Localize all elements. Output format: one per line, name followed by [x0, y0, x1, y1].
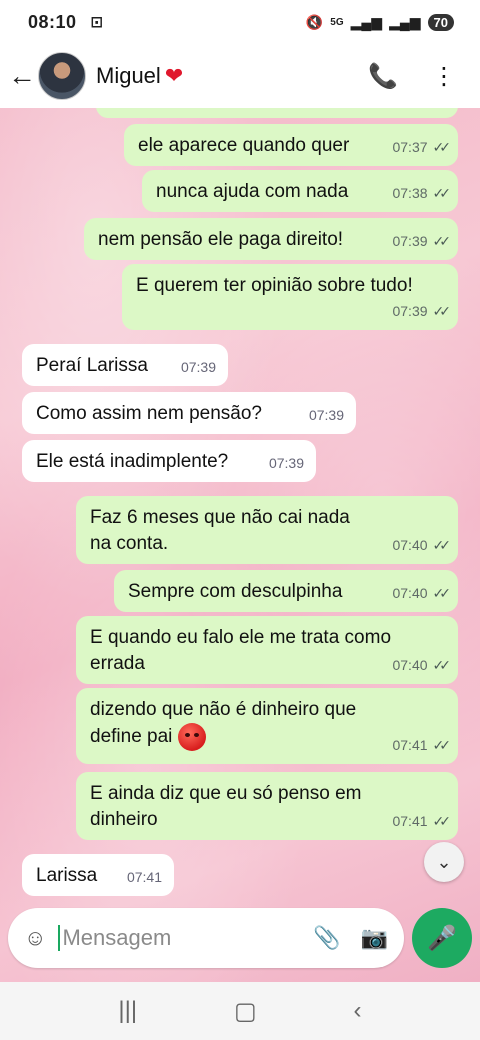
message-bubble[interactable]: dizendo que não é dinheiro que define pa…: [76, 688, 458, 764]
message-time: 07:39: [180, 359, 216, 375]
heart-emoji: ❤: [164, 63, 184, 88]
more-options-icon[interactable]: ⋮: [432, 62, 456, 91]
mic-button[interactable]: 🎤: [412, 908, 472, 968]
chat-area: ele aparece quando quer 07:37 ✓✓ nunca aj…: [0, 108, 480, 982]
message-bubble[interactable]: Peraí Larissa 07:39: [22, 344, 228, 386]
signal-icon: ▂▄▆: [350, 13, 383, 30]
status-icons: 🔇 5G ▂▄▆ ▂▄▆ 70: [305, 13, 454, 31]
battery-indicator: 70: [427, 13, 454, 31]
message-bubble-partial: [96, 108, 458, 118]
contact-name[interactable]: Miguel: [96, 63, 161, 89]
status-time: 08:10: [28, 11, 77, 32]
angry-face-icon: [177, 723, 206, 751]
message-text: nem pensão ele paga direito!: [98, 229, 344, 250]
double-check-icon: ✓✓: [432, 813, 452, 829]
screen-record-icon: ⊡: [90, 14, 104, 31]
double-check-icon: ✓✓: [432, 657, 452, 673]
recent-apps-icon[interactable]: |||: [118, 997, 137, 1025]
system-nav-bar: ||| ▢ ‹: [0, 982, 480, 1040]
message-time: 07:41: [392, 813, 428, 829]
home-icon[interactable]: ▢: [234, 997, 257, 1026]
double-check-icon: ✓✓: [432, 737, 452, 753]
message-bubble[interactable]: E quando eu falo ele me trata como errad…: [76, 616, 458, 684]
message-text: Ele está inadimplente?: [36, 451, 229, 472]
message-text: Faz 6 meses que não cai nada na conta.: [90, 507, 350, 554]
message-bubble[interactable]: ele aparece quando quer 07:37 ✓✓: [124, 124, 458, 166]
message-bubble[interactable]: Larissa 07:41: [22, 854, 174, 896]
avatar[interactable]: [38, 52, 86, 100]
message-text: ele aparece quando quer: [138, 135, 350, 156]
double-check-icon: ✓✓: [432, 303, 452, 319]
message-time: 07:41: [126, 869, 162, 885]
mute-icon: 🔇: [305, 13, 324, 30]
sticker-icon[interactable]: ☺: [24, 925, 46, 951]
message-bubble[interactable]: Ele está inadimplente? 07:39: [22, 440, 316, 482]
message-input[interactable]: Mensagem: [58, 925, 293, 951]
message-bubble[interactable]: E querem ter opinião sobre tudo! 07:39 ✓✓: [122, 264, 458, 330]
message-bubble[interactable]: Como assim nem pensão? 07:39: [22, 392, 356, 434]
message-bubble[interactable]: nunca ajuda com nada 07:38 ✓✓: [142, 170, 458, 212]
message-time: 07:41: [392, 737, 428, 753]
status-bar: 08:10 ⊡ 🔇 5G ▂▄▆ ▂▄▆ 70: [0, 0, 480, 44]
message-time: 07:39: [308, 407, 344, 423]
message-bubble[interactable]: nem pensão ele paga direito! 07:39 ✓✓: [84, 218, 458, 260]
attach-icon[interactable]: 📎: [313, 925, 340, 951]
back-nav-icon[interactable]: ‹: [354, 997, 362, 1025]
message-text: Larissa: [36, 865, 98, 886]
message-text: Peraí Larissa: [36, 355, 148, 376]
scroll-down-button[interactable]: ⌄: [424, 842, 464, 882]
double-check-icon: ✓✓: [432, 537, 452, 553]
signal-icon-2: ▂▄▆: [389, 13, 421, 30]
mic-icon: 🎤: [427, 924, 457, 952]
message-text: Como assim nem pensão?: [36, 403, 262, 424]
message-time: 07:40: [392, 585, 428, 601]
message-time: 07:40: [392, 537, 428, 553]
message-text: E ainda diz que eu só penso em dinheiro: [90, 783, 362, 830]
double-check-icon: ✓✓: [432, 233, 452, 249]
message-text: E querem ter opinião sobre tudo!: [136, 275, 413, 296]
message-bubble[interactable]: Sempre com desculpinha 07:40 ✓✓: [114, 570, 458, 612]
message-time: 07:39: [392, 303, 428, 319]
message-text: nunca ajuda com nada: [156, 181, 349, 202]
message-time: 07:37: [392, 139, 428, 155]
double-check-icon: ✓✓: [432, 139, 452, 155]
message-bubble[interactable]: E ainda diz que eu só penso em dinheiro …: [76, 772, 458, 840]
message-text: dizendo que não é dinheiro que define pa…: [90, 699, 357, 748]
message-bubble[interactable]: Faz 6 meses que não cai nada na conta. 0…: [76, 496, 458, 564]
chat-header: ← Miguel ❤ 📞 ⋮: [0, 44, 480, 108]
message-composer: ☺ Mensagem 📎 📷: [8, 908, 404, 968]
double-check-icon: ✓✓: [432, 585, 452, 601]
message-time: 07:39: [268, 455, 304, 471]
chevron-double-down-icon: ⌄: [436, 851, 452, 872]
add-call-icon[interactable]: 📞: [368, 62, 398, 91]
message-time: 07:38: [392, 185, 428, 201]
message-text: Sempre com desculpinha: [128, 581, 343, 602]
message-time: 07:39: [392, 233, 428, 249]
double-check-icon: ✓✓: [432, 185, 452, 201]
message-text: E quando eu falo ele me trata como errad…: [90, 627, 392, 674]
network-label: 5G: [330, 16, 344, 28]
message-time: 07:40: [392, 657, 428, 673]
camera-icon[interactable]: 📷: [361, 925, 388, 951]
